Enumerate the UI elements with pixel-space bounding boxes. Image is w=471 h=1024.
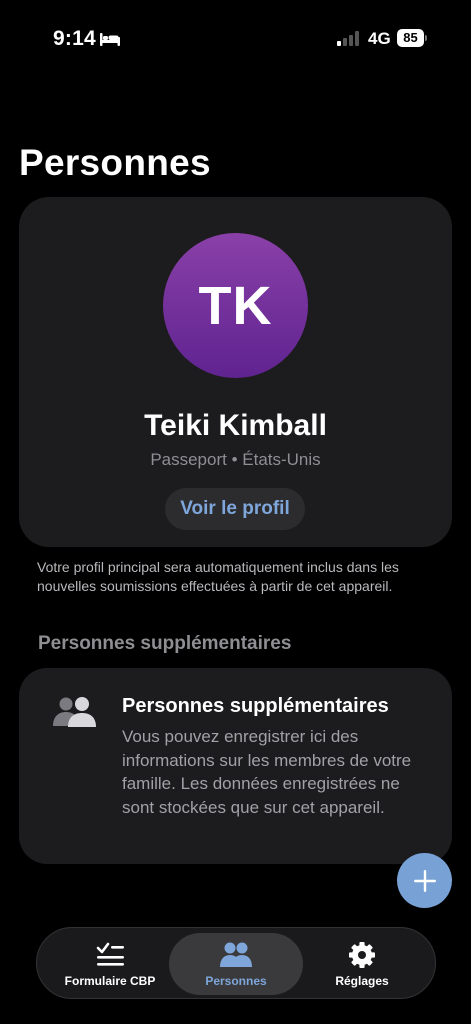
tab-formulaire-cbp[interactable]: Formulaire CBP — [43, 933, 177, 995]
profile-footnote: Votre profil principal sera automatiquem… — [37, 559, 399, 594]
checklist-icon — [96, 942, 124, 966]
signal-icon — [337, 31, 359, 46]
tab-label: Réglages — [335, 974, 389, 988]
section-header-additional: Personnes supplémentaires — [38, 633, 292, 654]
bed-icon — [100, 33, 120, 46]
avatar: TK — [163, 233, 308, 378]
status-time: 9:14 — [53, 27, 96, 50]
gear-icon — [349, 942, 375, 968]
tab-reglages[interactable]: Réglages — [295, 933, 429, 995]
battery-cap — [425, 35, 427, 41]
tab-bar: Formulaire CBP Personnes Réglages — [36, 927, 436, 999]
people-icon — [53, 697, 96, 727]
battery-icon: 85 — [397, 29, 427, 47]
profile-name: Teiki Kimball — [144, 409, 327, 442]
profile-document: Passeport • États-Unis — [150, 450, 321, 469]
additional-card-body: Vous pouvez enregistrer ici des informat… — [122, 727, 412, 817]
tab-label: Personnes — [205, 974, 267, 988]
additional-card-title: Personnes supplémentaires — [122, 695, 389, 717]
additional-persons-card: Personnes supplémentaires Vous pouvez en… — [19, 668, 452, 864]
tab-label: Formulaire CBP — [64, 974, 156, 988]
tab-personnes[interactable]: Personnes — [169, 933, 303, 995]
people-icon — [220, 942, 252, 967]
status-bar: 9:14 4G 85 — [0, 0, 471, 70]
plus-icon — [413, 869, 436, 892]
page-title: Personnes — [19, 142, 211, 183]
battery-level: 85 — [397, 29, 424, 47]
profile-card: TK Teiki Kimball Passeport • États-Unis … — [19, 197, 452, 547]
network-label: 4G — [368, 29, 391, 48]
add-person-button[interactable] — [397, 853, 452, 908]
view-profile-button[interactable]: Voir le profil — [165, 488, 305, 530]
